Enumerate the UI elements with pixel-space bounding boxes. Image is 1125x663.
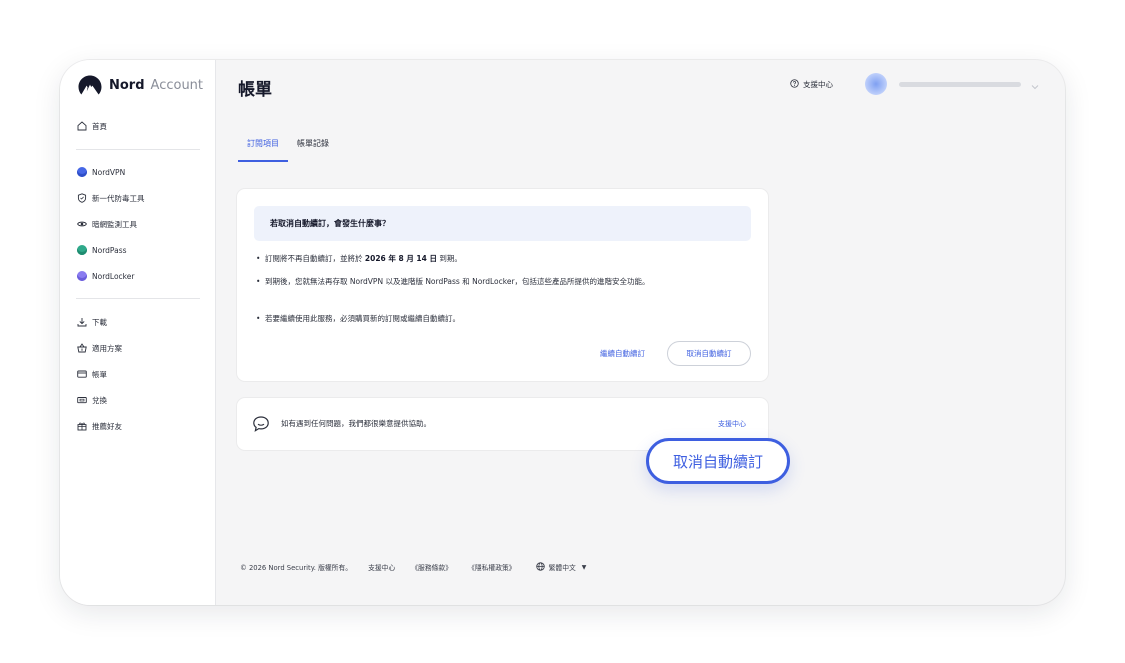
avatar <box>865 73 887 95</box>
header-help-link[interactable]: 支援中心 <box>790 79 833 90</box>
eye-icon <box>76 219 87 230</box>
cancel-renewal-button[interactable]: 取消自動續訂 <box>667 341 751 366</box>
brand-name: Nord <box>109 77 145 93</box>
sidebar-item-label: 暗網監測工具 <box>92 219 137 229</box>
sidebar-item-antivirus[interactable]: 新一代防毒工具 <box>76 190 145 206</box>
cancel-info-banner: 若取消自動續訂，會發生什麼事？ <box>254 206 751 241</box>
sidebar-item-label: 兌換 <box>92 395 107 405</box>
footer-copyright: © 2026 Nord Security. 版權所有。 <box>240 564 353 572</box>
question-circle-icon <box>790 79 799 90</box>
footer: © 2026 Nord Security. 版權所有。 支援中心 《服務條款》 … <box>240 561 586 573</box>
sidebar-item-label: NordVPN <box>92 167 126 177</box>
sidebar-item-plans[interactable]: 適用方案 <box>76 340 122 356</box>
cancel-info-bullet: 若要繼續使用此服務，必須購買新的訂閱或繼續自動續訂。 <box>256 312 736 326</box>
sidebar-item-label: 適用方案 <box>92 343 122 353</box>
sidebar-item-refer-friend[interactable]: 推薦好友 <box>76 418 122 434</box>
brand-product: Account <box>150 77 204 93</box>
shield-icon <box>76 193 87 204</box>
language-label: 繁體中文 <box>548 564 576 572</box>
nord-logo-icon <box>78 75 102 95</box>
nordvpn-icon <box>76 167 87 178</box>
language-selector[interactable]: 繁體中文 ▼ <box>535 561 587 573</box>
globe-icon <box>535 561 545 573</box>
footer-terms-link[interactable]: 《服務條款》 <box>411 562 452 572</box>
footer-privacy-link[interactable]: 《隱私權政策》 <box>468 562 516 572</box>
help-message: 如有遇到任何問題，我們都很樂意提供協助。 <box>281 419 431 428</box>
sidebar-divider <box>76 298 200 299</box>
sidebar-item-label: NordLocker <box>92 271 135 281</box>
gift-icon <box>76 421 87 432</box>
sidebar-item-nordpass[interactable]: NordPass <box>76 242 127 258</box>
tab-billing-history[interactable]: 帳單記錄 <box>288 135 338 162</box>
tab-subscriptions[interactable]: 訂閱項目 <box>238 135 288 162</box>
cancel-info-bullet: 到期後，您就無法再存取 NordVPN 以及進階版 NordPass 和 Nor… <box>256 275 736 289</box>
sidebar-item-label: 下載 <box>92 317 107 327</box>
cancel-info-bullet: 訂閱將不再自動續訂，並將於 2026 年 8 月 14 日 到期。 <box>256 252 736 266</box>
sidebar-item-redeem[interactable]: 兌換 <box>76 392 107 408</box>
sidebar-item-nordvpn[interactable]: NordVPN <box>76 164 125 180</box>
nordlocker-icon <box>76 271 87 282</box>
account-window: Nord Account 首頁 NordVPN 新一代防毒工具 暗網監測工具 N… <box>60 60 1065 605</box>
sidebar-item-nordlocker[interactable]: NordLocker <box>76 268 134 284</box>
sidebar-item-label: 新一代防毒工具 <box>92 193 145 203</box>
sidebar-item-label: NordPass <box>92 245 127 255</box>
user-menu[interactable] <box>865 73 1039 95</box>
basket-icon <box>76 343 87 354</box>
nordpass-icon <box>76 245 87 256</box>
sidebar-divider <box>76 149 200 150</box>
sidebar-item-label: 推薦好友 <box>92 421 122 431</box>
continue-renewal-button[interactable]: 繼續自動續訂 <box>600 348 645 359</box>
sidebar-item-billing[interactable]: 帳單 <box>76 366 107 382</box>
billing-tabs: 訂閱項目 帳單記錄 <box>238 135 338 162</box>
sidebar-item-download[interactable]: 下載 <box>76 314 107 330</box>
brand-logo[interactable]: Nord Account <box>78 74 203 96</box>
download-icon <box>76 317 87 328</box>
sidebar-item-dark-web-monitor[interactable]: 暗網監測工具 <box>76 216 137 232</box>
help-card-support-link[interactable]: 支援中心 <box>718 419 746 429</box>
sidebar: Nord Account 首頁 NordVPN 新一代防毒工具 暗網監測工具 N… <box>60 60 216 605</box>
ticket-icon <box>76 395 87 406</box>
chat-bubble-icon <box>252 415 270 437</box>
caret-down-icon: ▼ <box>581 563 587 571</box>
sidebar-item-label: 帳單 <box>92 369 107 379</box>
home-icon <box>76 121 87 132</box>
user-email-redacted <box>899 81 1021 87</box>
cancel-renewal-card: 若取消自動續訂，會發生什麼事？ 訂閱將不再自動續訂，並將於 2026 年 8 月… <box>237 189 768 381</box>
sidebar-item-home[interactable]: 首頁 <box>76 118 107 134</box>
header-help-label: 支援中心 <box>803 80 833 89</box>
chevron-down-icon <box>1031 75 1039 94</box>
page-title: 帳單 <box>238 80 272 100</box>
expiry-date: 2026 年 8 月 14 日 <box>364 254 437 263</box>
footer-support-link[interactable]: 支援中心 <box>368 562 395 572</box>
cancel-renewal-callout[interactable]: 取消自動續訂 <box>646 438 790 484</box>
card-icon <box>76 369 87 380</box>
sidebar-item-label: 首頁 <box>92 121 107 131</box>
